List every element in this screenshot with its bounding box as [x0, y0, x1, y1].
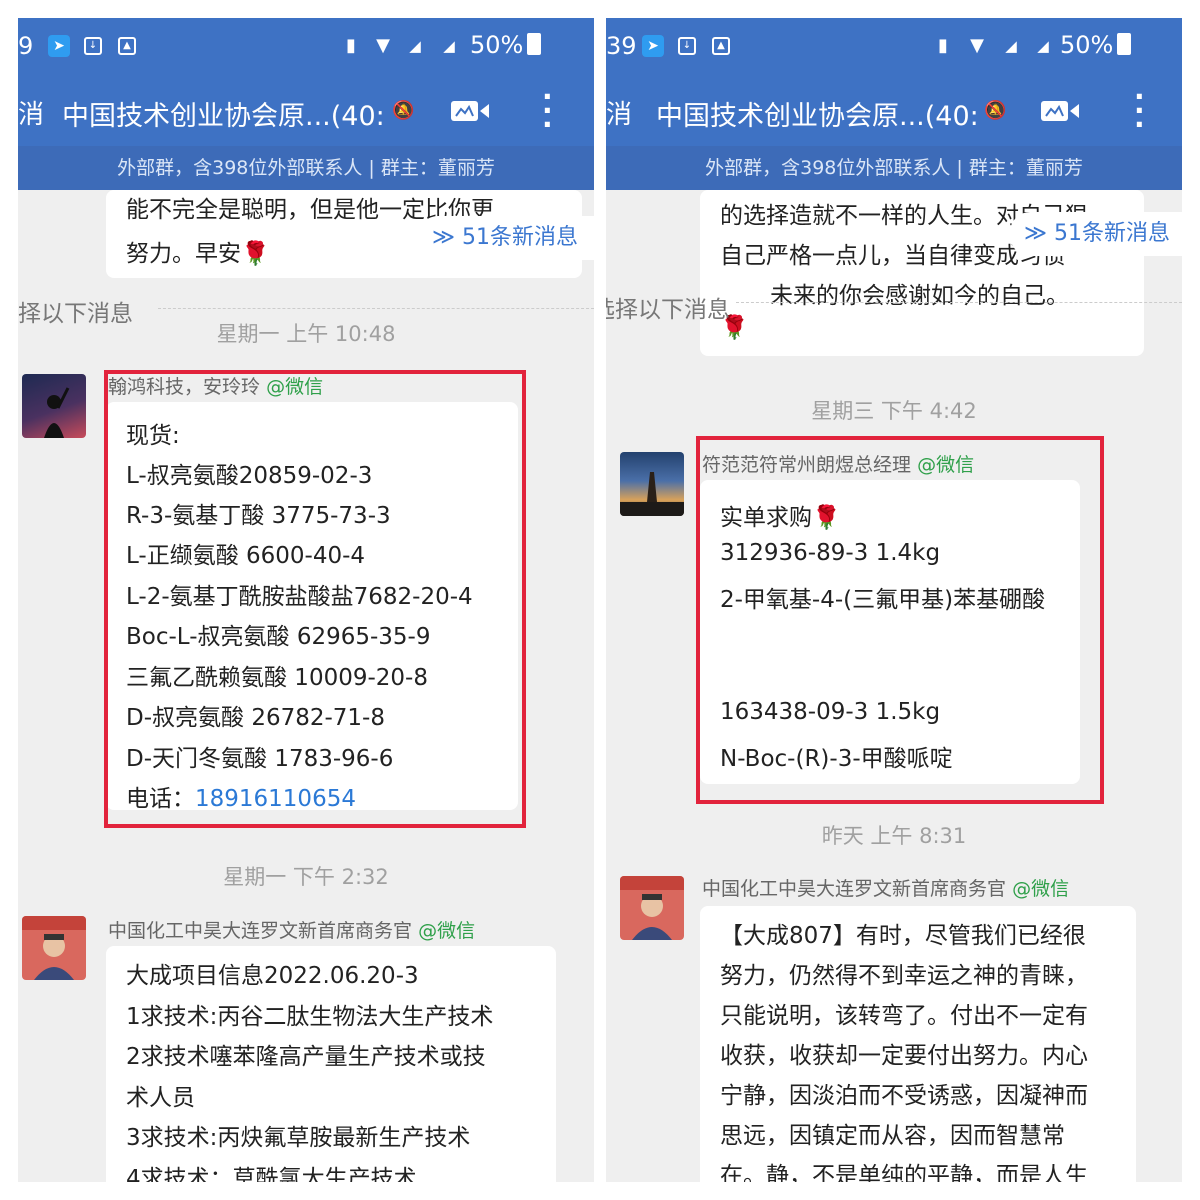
battery-percent: 50%	[1060, 31, 1114, 59]
battery-icon	[1117, 33, 1132, 55]
app-notification-icon: ➤	[48, 35, 70, 57]
message-bubble[interactable]: 大成项目信息2022.06.20-3 1求技术:丙谷二肽生物法大生产技术 2求技…	[106, 946, 556, 1182]
sender-label: 中国化工中昊大连罗文新首席商务官	[108, 920, 413, 942]
timestamp: 昨天 上午 8:31	[821, 824, 967, 848]
download-icon: ↓	[678, 37, 696, 55]
timestamp: 星期三 下午 4:42	[811, 399, 977, 423]
message-line: 【大成807】有时，尽管我们已经很	[720, 923, 1086, 949]
message-line: 未来的你会感谢如今的自己。	[770, 283, 1069, 309]
wechat-tag: @微信	[418, 920, 476, 942]
message-line: 收获，收获却一定要付出努力。内心	[720, 1043, 1088, 1069]
highlight-box	[104, 370, 526, 828]
select-messages-label: 选择以下消息	[606, 297, 730, 323]
video-call-icon[interactable]	[450, 98, 490, 124]
message-bubble[interactable]: 【大成807】有时，尽管我们已经很 努力，仍然得不到幸运之神的青睐， 只能说明，…	[700, 906, 1136, 1182]
mute-icon: 🔕	[392, 100, 415, 121]
status-time: 39	[606, 32, 637, 60]
back-button[interactable]: 消	[18, 94, 44, 131]
chat-title-bar: 消 中国技术创业协会原...(40: 🔕 · · ·	[606, 76, 1182, 146]
avatar[interactable]	[620, 876, 684, 940]
avatar[interactable]	[22, 374, 86, 438]
status-bar: 9 ➤ ↓ ▲ ▮ ▼ ◢ ◢ 50%	[18, 18, 594, 76]
message-line: 只能说明，该转弯了。付出不一定有	[720, 1003, 1088, 1029]
new-messages-button[interactable]: ≫ 51条新消息	[418, 216, 594, 260]
app-notification-icon: ➤	[642, 35, 664, 57]
group-title[interactable]: 中国技术创业协会原...(40:	[62, 94, 385, 133]
message-line: 2求技术噻苯隆高产量生产技术或技	[126, 1044, 486, 1070]
image-icon: ▲	[118, 37, 136, 55]
message-line: 大成项目信息2022.06.20-3	[126, 963, 419, 989]
back-button[interactable]: 消	[606, 94, 632, 131]
vibrate-icon: ▮	[938, 35, 948, 56]
sender-name: 中国化工中昊大连罗文新首席商务官 @微信	[108, 916, 475, 943]
right-screenshot: 39 ➤ ↓ ▲ ▮ ▼ ◢ ◢ 50% 消 中国技术创业协会原...(40: …	[606, 18, 1182, 1182]
timestamp: 星期一 下午 2:32	[223, 865, 389, 889]
battery-percent: 50%	[470, 31, 524, 59]
message-line: 在。静，不是单纯的平静，而是人生	[720, 1163, 1088, 1182]
message-line: 3求技术:丙炔氟草胺最新生产技术	[126, 1125, 471, 1151]
signal-icon-1: ◢	[409, 37, 421, 55]
image-icon: ▲	[712, 37, 730, 55]
status-bar: 39 ➤ ↓ ▲ ▮ ▼ ◢ ◢ 50%	[606, 18, 1182, 76]
download-icon: ↓	[84, 37, 102, 55]
message-line: 思远，因镇定而从容，因而智慧常	[720, 1123, 1065, 1149]
avatar[interactable]	[620, 452, 684, 516]
chat-title-bar: 消 中国技术创业协会原...(40: 🔕 · · ·	[18, 76, 594, 146]
video-call-icon[interactable]	[1040, 98, 1080, 124]
message-line: 4求技术：草酰氯大生产技术	[126, 1166, 417, 1182]
wifi-icon: ▼	[376, 35, 390, 56]
signal-icon-2: ◢	[443, 37, 455, 55]
message-line: 努力。早安🌹	[126, 241, 270, 267]
divider	[736, 302, 1182, 303]
divider	[158, 308, 594, 309]
more-options-icon[interactable]: · · ·	[1134, 83, 1145, 139]
highlight-box	[696, 436, 1104, 804]
group-title[interactable]: 中国技术创业协会原...(40:	[656, 94, 979, 133]
message-line: 术人员	[126, 1085, 195, 1111]
message-line: 1求技术:丙谷二肽生物法大生产技术	[126, 1004, 494, 1030]
battery-icon	[527, 33, 542, 55]
status-time: 9	[18, 32, 34, 60]
wechat-tag: @微信	[1012, 878, 1070, 900]
group-info-bar[interactable]: 外部群，含398位外部联系人 | 群主：董丽芳	[606, 146, 1182, 190]
sender-name: 中国化工中昊大连罗文新首席商务官 @微信	[702, 874, 1069, 901]
vibrate-icon: ▮	[346, 35, 356, 56]
sender-label: 中国化工中昊大连罗文新首席商务官	[702, 878, 1007, 900]
timestamp: 星期一 上午 10:48	[216, 322, 396, 346]
left-screenshot: 9 ➤ ↓ ▲ ▮ ▼ ◢ ◢ 50% 消 中国技术创业协会原...(40: 🔕…	[18, 18, 594, 1182]
new-messages-button[interactable]: ≫ 51条新消息	[1010, 212, 1182, 256]
group-info-bar[interactable]: 外部群，含398位外部联系人 | 群主：董丽芳	[18, 146, 594, 190]
message-line: 努力，仍然得不到幸运之神的青睐，	[720, 963, 1088, 989]
signal-icon-1: ◢	[1005, 37, 1017, 55]
mute-icon: 🔕	[984, 100, 1007, 121]
message-line: 宁静，因淡泊而不受诱惑，因凝神而	[720, 1083, 1088, 1109]
wifi-icon: ▼	[970, 35, 984, 56]
signal-icon-2: ◢	[1037, 37, 1049, 55]
avatar[interactable]	[22, 916, 86, 980]
more-options-icon[interactable]: · · ·	[542, 83, 553, 139]
